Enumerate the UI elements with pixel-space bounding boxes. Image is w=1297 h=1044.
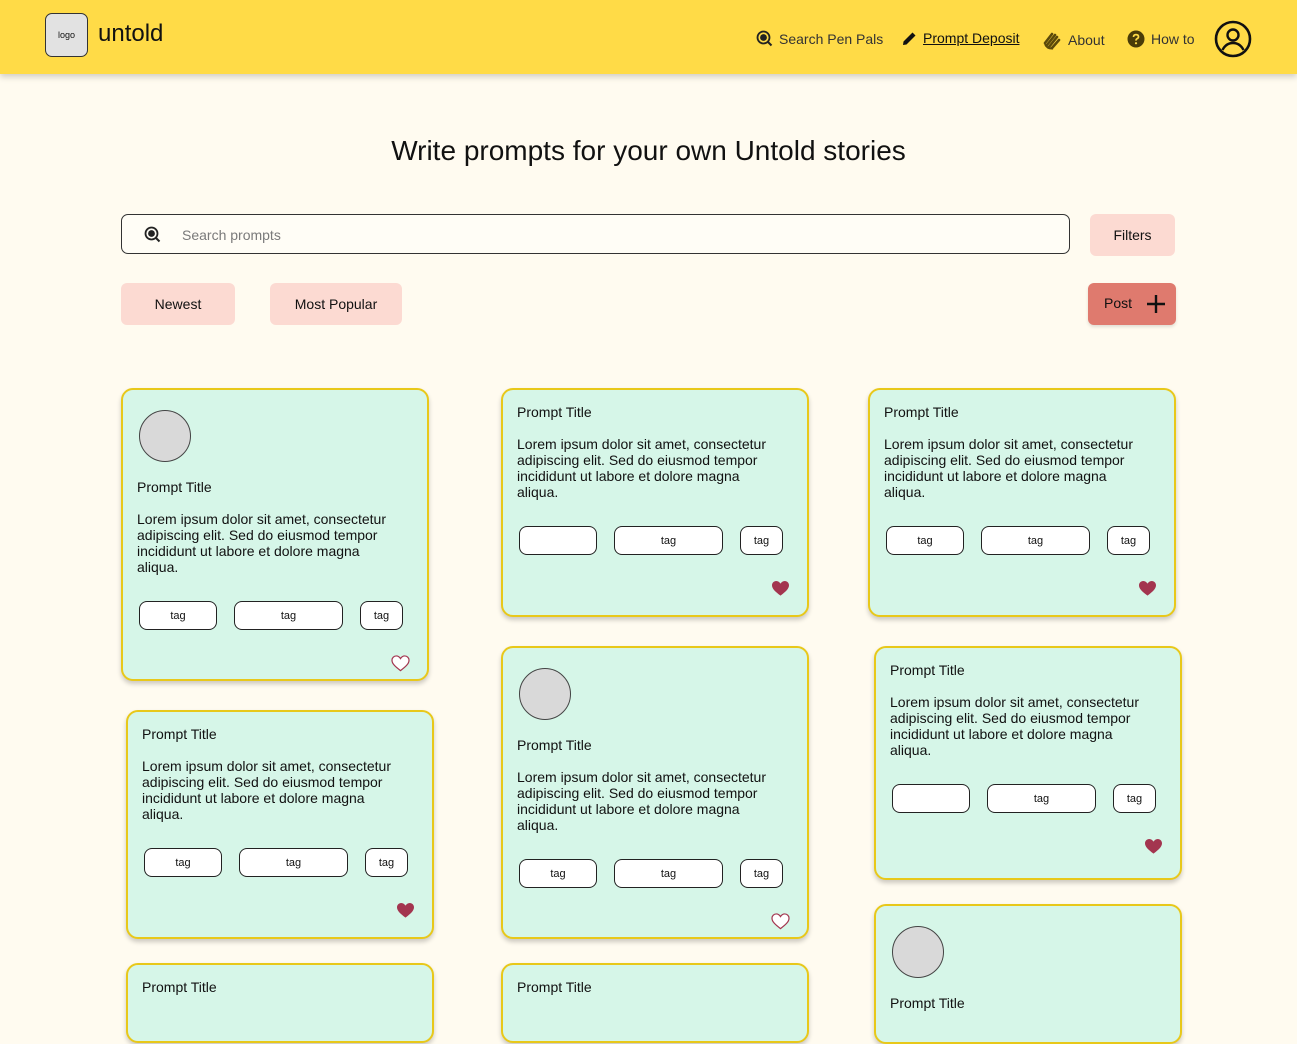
prompt-body: Lorem ipsum dolor sit amet, consectetur … (517, 769, 766, 833)
filters-button[interactable]: Filters (1090, 214, 1175, 256)
tag-chip[interactable]: tag (365, 848, 408, 877)
prompt-title: Prompt Title (142, 726, 217, 742)
nav-prompt-deposit[interactable]: Prompt Deposit (902, 30, 1019, 46)
page-title: Write prompts for your own Untold storie… (391, 135, 906, 166)
prompt-body: Lorem ipsum dolor sit amet, consectetur … (890, 694, 1139, 758)
prompt-title: Prompt Title (517, 979, 592, 995)
sort-newest-label: Newest (154, 296, 202, 312)
prompt-title: Prompt Title (137, 479, 212, 495)
tag-chip[interactable]: tag (1113, 784, 1156, 813)
tag-chip[interactable]: tag (144, 848, 222, 877)
tag-chip[interactable] (892, 784, 970, 813)
sort-most-popular-label: Most Popular (294, 296, 378, 312)
search-input[interactable] (180, 223, 1044, 247)
tag-chip[interactable]: tag (614, 526, 723, 555)
nav-label: About (1068, 32, 1105, 48)
prompt-body: Lorem ipsum dolor sit amet, consectetur … (137, 511, 386, 575)
tag-chip[interactable]: tag (987, 784, 1096, 813)
tag-chip[interactable]: tag (519, 859, 597, 888)
brand-name[interactable]: untold (98, 20, 163, 48)
tag-chip[interactable]: tag (981, 526, 1090, 555)
prompt-card[interactable]: Prompt Title Lorem ipsum dolor sit amet, … (121, 388, 429, 681)
heart-icon[interactable] (396, 902, 415, 919)
user-circle-icon[interactable] (1214, 20, 1252, 58)
post-button[interactable]: Post (1088, 283, 1176, 325)
top-nav-bar: logo untold Search Pen Pals Prompt Depos… (0, 0, 1297, 74)
logo[interactable]: logo (45, 13, 88, 57)
question-icon (1127, 30, 1145, 48)
author-avatar[interactable] (519, 668, 571, 720)
prompt-title: Prompt Title (517, 737, 592, 753)
nav-label: Search Pen Pals (779, 30, 884, 47)
search-icon (144, 226, 161, 243)
prompt-title: Prompt Title (884, 404, 959, 420)
heart-icon[interactable] (771, 913, 790, 930)
prompt-card[interactable]: Prompt Title Lorem ipsum dolor sit amet, … (501, 388, 809, 617)
prompt-card[interactable]: Prompt Title Lorem ipsum dolor sit amet, … (868, 388, 1176, 617)
prompt-title: Prompt Title (890, 995, 965, 1011)
heart-icon[interactable] (771, 580, 790, 597)
prompt-title: Prompt Title (517, 404, 592, 420)
tag-chip[interactable]: tag (360, 601, 403, 630)
prompt-title: Prompt Title (890, 662, 965, 678)
prompt-card[interactable]: Prompt Title (501, 963, 809, 1043)
tag-chip[interactable]: tag (614, 859, 723, 888)
waving-hand-icon (1043, 32, 1061, 50)
author-avatar[interactable] (892, 926, 944, 978)
prompt-card[interactable]: Prompt Title Lorem ipsum dolor sit amet, … (501, 646, 809, 939)
tag-chip[interactable]: tag (740, 526, 783, 555)
nav-search-pen-pals[interactable]: Search Pen Pals (756, 30, 883, 47)
prompt-card[interactable]: Prompt Title Lorem ipsum dolor sit amet, … (874, 646, 1182, 880)
plus-icon (1147, 295, 1165, 313)
nav-about[interactable]: About (1042, 30, 1105, 50)
author-avatar[interactable] (139, 410, 191, 462)
heart-icon[interactable] (1138, 580, 1157, 597)
tag-chip[interactable]: tag (740, 859, 783, 888)
prompt-body: Lorem ipsum dolor sit amet, consectetur … (517, 436, 766, 500)
search-bar (121, 214, 1070, 254)
sort-newest-button[interactable]: Newest (121, 283, 235, 325)
tag-chip[interactable]: tag (234, 601, 343, 630)
filters-label: Filters (1113, 227, 1152, 243)
tag-chip[interactable]: tag (886, 526, 964, 555)
post-label: Post (1104, 295, 1133, 311)
nav-how-to[interactable]: How to (1127, 30, 1195, 48)
tag-chip[interactable]: tag (239, 848, 348, 877)
search-icon (756, 30, 773, 47)
prompt-card[interactable]: Prompt Title Lorem ipsum dolor sit amet, … (126, 710, 434, 939)
logo-text: logo (57, 30, 75, 40)
tag-chip[interactable]: tag (139, 601, 217, 630)
nav-label: Prompt Deposit (923, 30, 1020, 46)
prompt-body: Lorem ipsum dolor sit amet, consectetur … (884, 436, 1133, 500)
prompt-body: Lorem ipsum dolor sit amet, consectetur … (142, 758, 391, 822)
sort-most-popular-button[interactable]: Most Popular (270, 283, 402, 325)
prompt-title: Prompt Title (142, 979, 217, 995)
prompt-card[interactable]: Prompt Title (126, 963, 434, 1043)
tag-chip[interactable]: tag (1107, 526, 1150, 555)
prompt-card[interactable]: Prompt Title (874, 904, 1182, 1044)
heart-icon[interactable] (1144, 838, 1163, 855)
pencil-icon (903, 32, 916, 45)
heart-icon[interactable] (391, 655, 410, 672)
nav-label: How to (1151, 31, 1195, 47)
tag-chip[interactable] (519, 526, 597, 555)
